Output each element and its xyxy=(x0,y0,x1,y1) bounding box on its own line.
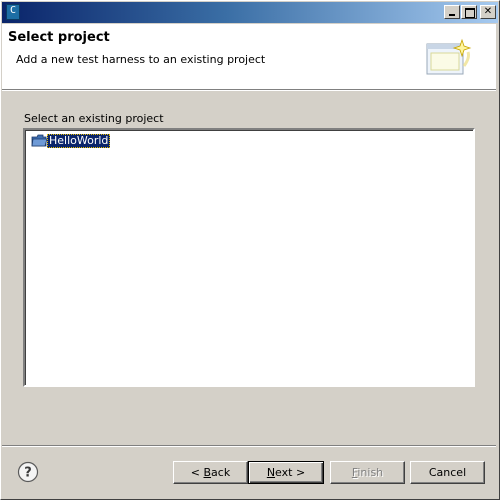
minimize-button[interactable] xyxy=(444,5,460,19)
finish-button[interactable]: Finish xyxy=(330,461,405,484)
next-mnemonic: N xyxy=(266,466,276,479)
footer-divider-highlight xyxy=(2,446,496,447)
svg-text:?: ? xyxy=(24,466,32,481)
help-icon[interactable]: ? xyxy=(17,461,39,483)
project-tree[interactable]: HelloWorld xyxy=(23,128,475,387)
page-title: Select project xyxy=(8,30,110,45)
back-button[interactable]: < Back xyxy=(173,461,248,484)
eclipse-cdt-icon xyxy=(6,4,20,20)
finish-rest: inish xyxy=(357,466,384,479)
next-button[interactable]: Next > xyxy=(248,461,324,484)
tree-item-label: HelloWorld xyxy=(47,134,111,148)
maximize-button[interactable] xyxy=(461,5,477,19)
wizard-banner-icon xyxy=(426,38,472,75)
cancel-button[interactable]: Cancel xyxy=(410,461,485,484)
back-rest: ack xyxy=(211,466,231,479)
page-description: Add a new test harness to an existing pr… xyxy=(16,53,266,66)
title-bar[interactable] xyxy=(2,2,498,23)
next-rest: ext > xyxy=(275,466,306,479)
header-divider-highlight xyxy=(2,90,496,91)
back-mnemonic: B xyxy=(203,466,212,479)
project-list-label: Select an existing project xyxy=(24,112,164,125)
wizard-header: Select project Add a new test harness to… xyxy=(2,24,496,89)
close-button[interactable] xyxy=(480,5,496,19)
back-prefix: < xyxy=(190,466,204,479)
